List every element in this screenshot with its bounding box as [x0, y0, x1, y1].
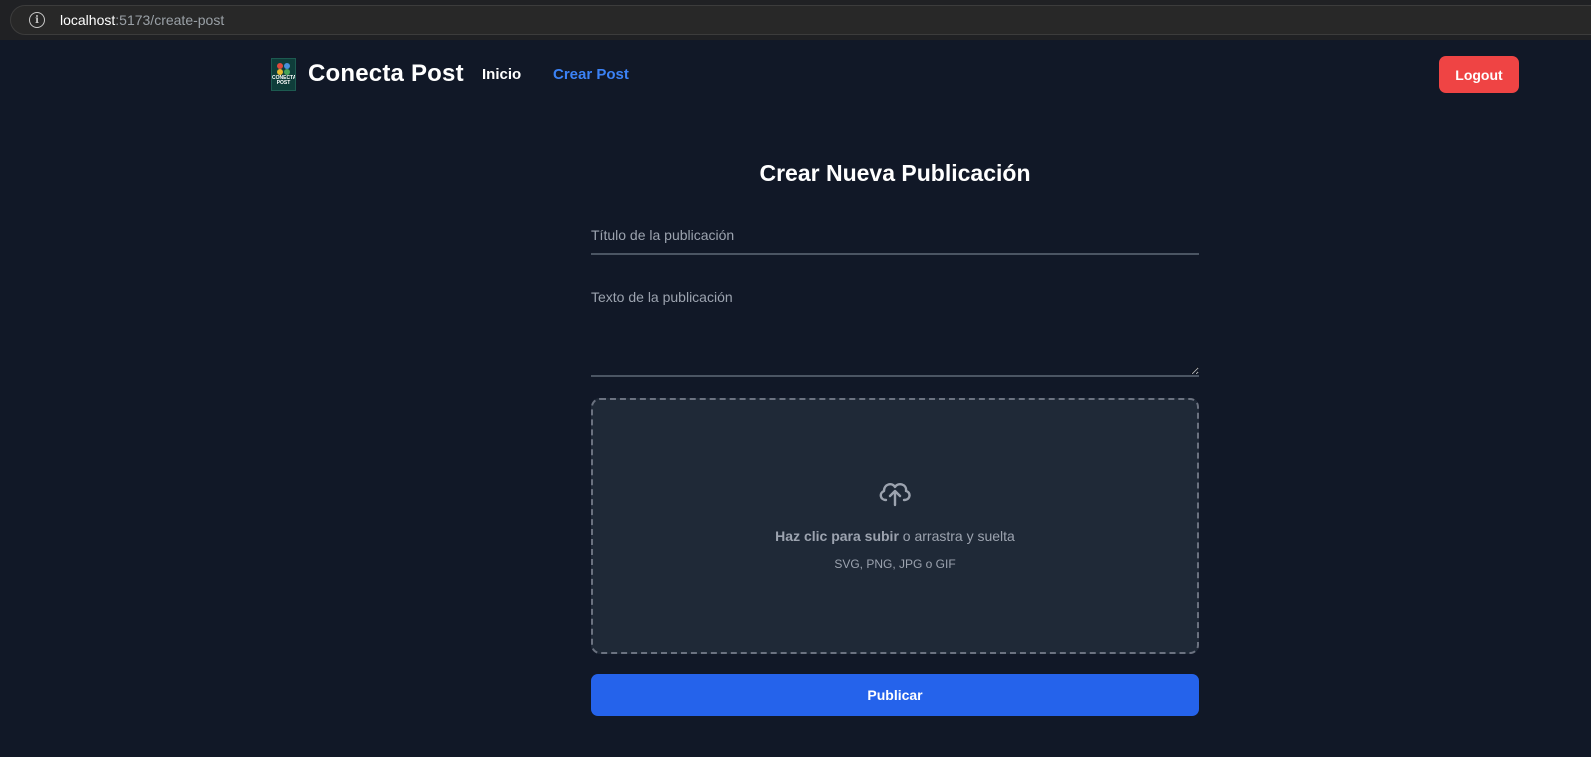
image-upload-dropzone[interactable]: Haz clic para subir o arrastra y suelta … — [591, 398, 1199, 654]
publish-button[interactable]: Publicar — [591, 674, 1199, 716]
nav-link-crear-post[interactable]: Crear Post — [553, 66, 629, 83]
dropzone-formats: SVG, PNG, JPG o GIF — [834, 557, 956, 571]
logo-text: CONECTA POST — [272, 75, 296, 86]
url-host: localhost — [60, 12, 116, 28]
post-title-input[interactable] — [591, 220, 1199, 255]
url-text[interactable]: localhost:5173/create-post — [60, 12, 224, 28]
dropzone-drag-text: o arrastra y suelta — [898, 528, 1015, 544]
cloud-upload-icon — [879, 483, 911, 507]
brand-name[interactable]: Conecta Post — [308, 60, 464, 88]
address-bar[interactable]: i localhost:5173/create-post — [10, 5, 1591, 35]
page-title: Crear Nueva Publicación — [759, 160, 1031, 186]
post-text-textarea[interactable] — [591, 289, 1199, 377]
browser-toolbar: i localhost:5173/create-post — [0, 0, 1591, 40]
app-navbar: CONECTA POST Conecta Post Inicio Crear P… — [0, 40, 1591, 110]
info-icon[interactable]: i — [29, 12, 45, 28]
url-path: :5173/create-post — [115, 12, 225, 28]
nav-link-inicio[interactable]: Inicio — [482, 66, 521, 83]
dropzone-click-text: Haz clic para subir — [775, 528, 899, 544]
dropzone-instructions: Haz clic para subir o arrastra y suelta — [593, 528, 1197, 544]
conecta-post-logo[interactable]: CONECTA POST — [271, 58, 296, 91]
logout-button[interactable]: Logout — [1439, 56, 1519, 93]
